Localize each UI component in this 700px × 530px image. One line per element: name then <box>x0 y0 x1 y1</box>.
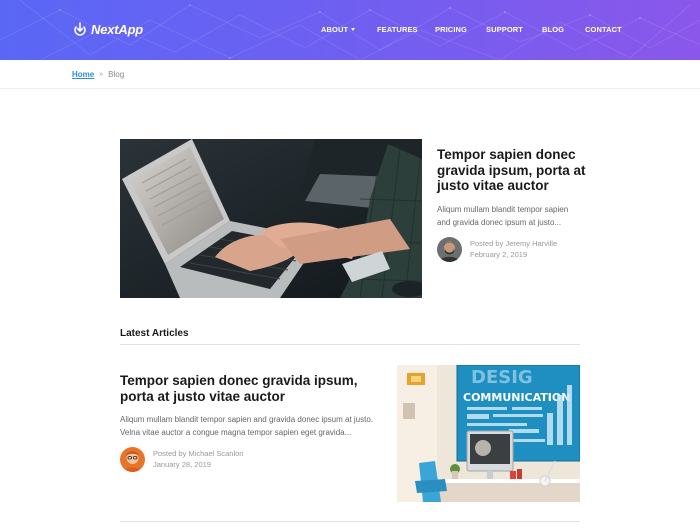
nav-item-support[interactable]: SUPPORT <box>486 25 523 34</box>
post-date: January 28, 2019 <box>153 459 211 469</box>
avatar[interactable] <box>437 237 462 262</box>
section-divider <box>120 521 580 522</box>
featured-post-image[interactable] <box>120 139 422 298</box>
design-communication-desk-photo: DESIG COMMUNICATION <box>397 365 580 502</box>
avatar[interactable] <box>120 447 145 472</box>
top-navigation-bar: NextApp ABOUT FEATURES PRICING SUPPORT B… <box>0 0 700 60</box>
nav-item-contact[interactable]: CONTACT <box>585 25 622 34</box>
latest-articles-heading: Latest Articles <box>120 328 189 339</box>
author-name: Posted by Jeremy Harville <box>470 239 558 248</box>
download-cloud-icon <box>74 22 86 36</box>
nav-item-blog[interactable]: BLOG <box>542 25 564 34</box>
featured-post-excerpt: Aliqum mullam blandit tempor sapien and … <box>437 205 569 227</box>
svg-text:DESIG: DESIG <box>471 367 533 388</box>
author-name: Posted by Michael Scanlon <box>153 449 244 458</box>
nav-item-features[interactable]: FEATURES <box>377 25 418 34</box>
laptop-typing-photo <box>120 139 422 298</box>
article-image[interactable]: DESIG COMMUNICATION <box>397 365 580 502</box>
article-author: Posted by Michael Scanlon January 28, 20… <box>120 447 243 472</box>
nav-item-pricing[interactable]: PRICING <box>435 25 467 34</box>
featured-post-title[interactable]: Tempor sapien donec gravida ipsum, porta… <box>437 147 587 194</box>
breadcrumb: Home » Blog <box>72 70 124 79</box>
author-avatar-icon <box>437 237 462 262</box>
article-excerpt: Aliqum mullam blandit tempor sapien and … <box>120 415 374 437</box>
brand-name: NextApp <box>91 21 144 37</box>
breadcrumb-separator: » <box>99 71 104 78</box>
chevron-down-icon <box>351 28 356 31</box>
section-divider <box>120 344 580 345</box>
author-avatar-icon <box>120 447 145 472</box>
breadcrumb-home-link[interactable]: Home <box>72 70 94 79</box>
article-title[interactable]: Tempor sapien donec gravida ipsum, porta… <box>120 373 380 404</box>
poster-text: COMMUNICATION <box>463 391 570 404</box>
breadcrumb-current: Blog <box>108 70 125 79</box>
breadcrumb-bar: Home » Blog <box>0 60 700 89</box>
brand-logo[interactable]: NextApp <box>72 21 143 37</box>
post-date: February 2, 2019 <box>470 249 528 259</box>
featured-post-author: Posted by Jeremy Harville February 2, 20… <box>437 237 557 262</box>
nav-item-about[interactable]: ABOUT <box>321 25 356 34</box>
